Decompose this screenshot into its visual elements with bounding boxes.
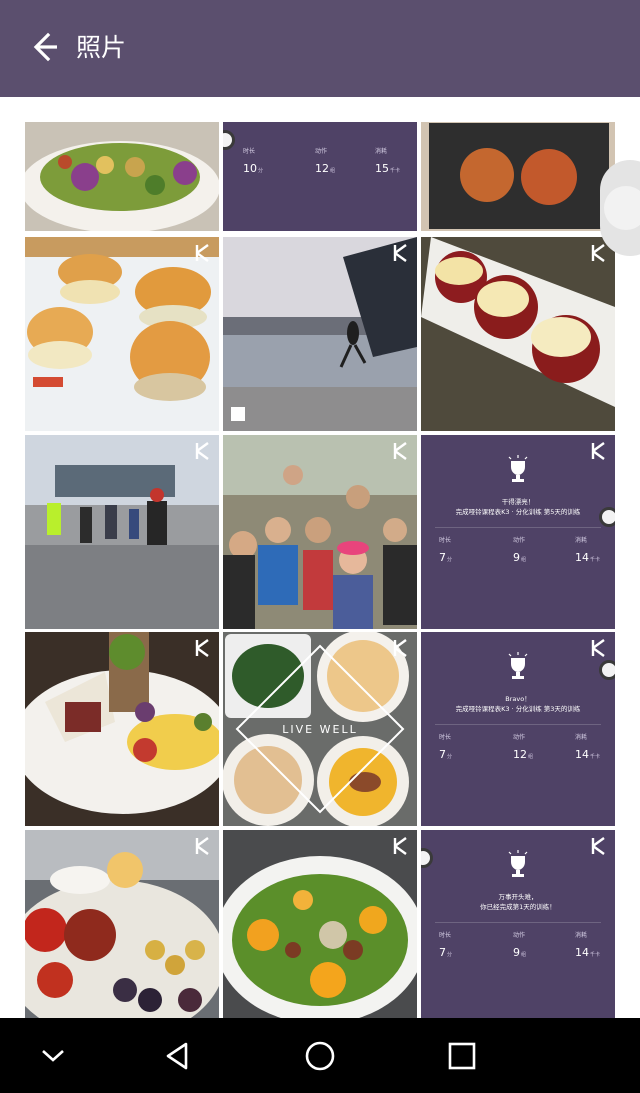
card-divider [435, 922, 601, 923]
photo-grid[interactable]: 时长 10分 动作 12组 消耗 15千卡 干得漂亮！ 完成哑铃课程表K3 · … [25, 122, 618, 1018]
photo-live-well[interactable]: LIVE WELL [223, 632, 417, 826]
page-dots [511, 620, 525, 623]
toggle-knob[interactable] [599, 660, 615, 680]
orange-salad-photo [223, 830, 417, 1018]
running-group-photo [25, 435, 219, 629]
keep-k-icon [591, 244, 605, 262]
card-divider [435, 724, 601, 725]
stat-calories: 消耗 15千卡 [375, 148, 401, 175]
keep-k-icon [393, 639, 407, 657]
toggle-knob[interactable] [599, 507, 615, 527]
card-message: 万事开头难， 你已经完成第1天的训练！ [480, 893, 556, 911]
wrap-plate-photo [25, 632, 219, 826]
photo-running-group[interactable] [25, 435, 219, 629]
page-dots [313, 220, 327, 223]
keep-k-icon [393, 244, 407, 262]
keep-k-icon [591, 442, 605, 460]
workout-card[interactable]: 时长 10分 动作 12组 消耗 15千卡 [223, 122, 417, 231]
workout-card[interactable]: Bravo！ 完成哑铃课程表K3 · 分化训练 第3天的训练 时长 7分 动作 … [421, 632, 615, 826]
card-message: Bravo！ 完成哑铃课程表K3 · 分化训练 第3天的训练 [455, 695, 581, 713]
photo-orange-salad[interactable] [223, 830, 417, 1018]
stat-calories: 消耗 14千卡 [575, 734, 601, 761]
stat-exercises: 动作 9组 [513, 537, 527, 564]
runner-photo [223, 237, 417, 431]
photo-cupcakes[interactable] [421, 237, 615, 431]
cakes-photo [421, 122, 615, 231]
stat-calories: 消耗 14千卡 [575, 932, 601, 959]
stat-calories: 消耗 14千卡 [575, 537, 601, 564]
fruit-bowl-photo [25, 830, 219, 1018]
keep-k-icon [591, 837, 605, 855]
fast-scroll-handle[interactable] [600, 160, 640, 256]
keep-k-icon [195, 639, 209, 657]
keep-k-icon [393, 442, 407, 460]
keep-k-icon [195, 442, 209, 460]
stat-duration: 时长 10分 [243, 148, 264, 175]
page-title: 照片 [76, 33, 127, 62]
keep-k-icon [195, 837, 209, 855]
photo-runner[interactable] [223, 237, 417, 431]
keep-k-icon [393, 837, 407, 855]
stat-duration: 时长 7分 [439, 537, 453, 564]
group-selfie-photo [223, 435, 417, 629]
stat-exercises: 动作 9组 [513, 932, 527, 959]
live-well-photo: LIVE WELL [223, 632, 417, 826]
live-well-text: LIVE WELL [282, 723, 357, 736]
keep-k-icon [591, 639, 605, 657]
chevron-down-icon[interactable] [33, 1036, 73, 1076]
toggle-knob[interactable] [223, 130, 235, 150]
app-bar: 照片 [0, 0, 640, 97]
stat-exercises: 动作 12组 [513, 734, 534, 761]
page-dots [511, 817, 525, 820]
photo-burgers[interactable] [25, 237, 219, 431]
home-circle-icon[interactable] [300, 1036, 340, 1076]
recents-square-icon[interactable] [442, 1036, 482, 1076]
toggle-knob[interactable] [421, 848, 433, 868]
burgers-photo [25, 237, 219, 431]
cupcakes-photo [421, 237, 615, 431]
trophy-icon [508, 652, 528, 679]
back-triangle-icon[interactable] [158, 1036, 198, 1076]
stat-exercises: 动作 12组 [315, 148, 336, 175]
photo-group-selfie[interactable] [223, 435, 417, 629]
stat-duration: 时长 7分 [439, 734, 453, 761]
photo-wrap-plate[interactable] [25, 632, 219, 826]
trophy-icon [508, 850, 528, 877]
system-nav-bar [0, 1018, 640, 1093]
card-divider [435, 527, 601, 528]
workout-card[interactable]: 干得漂亮！ 完成哑铃课程表K3 · 分化训练 第5天的训练 时长 7分 动作 9… [421, 435, 615, 629]
trophy-icon [508, 455, 528, 482]
salad-photo [25, 122, 219, 231]
stat-duration: 时长 7分 [439, 932, 453, 959]
photo-fruit-bowl[interactable] [25, 830, 219, 1018]
card-message: 干得漂亮！ 完成哑铃课程表K3 · 分化训练 第5天的训练 [455, 498, 581, 516]
arrow-left-icon[interactable] [28, 30, 62, 64]
workout-card[interactable]: 万事开头难， 你已经完成第1天的训练！ 时长 7分 动作 9组 消耗 14千卡 [421, 830, 615, 1018]
keep-k-icon [195, 244, 209, 262]
photo-cakes[interactable] [421, 122, 615, 231]
photo-salad[interactable] [25, 122, 219, 231]
